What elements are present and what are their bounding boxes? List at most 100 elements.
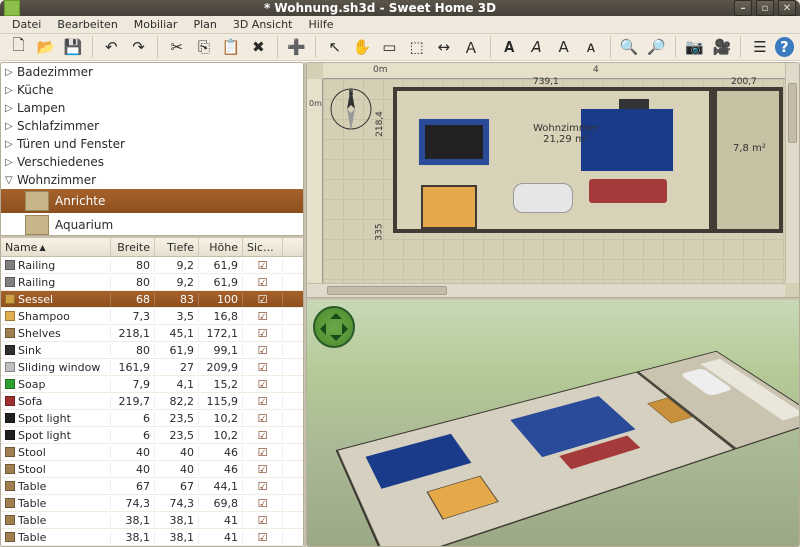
menu-datei[interactable]: Datei	[6, 16, 47, 33]
column-sichtbar[interactable]: Sic...	[243, 238, 283, 256]
cell-visible-checkbox[interactable]: ☑	[243, 395, 283, 408]
table-row[interactable]: Stool404046☑	[1, 461, 303, 478]
column-breite[interactable]: Breite	[111, 238, 155, 256]
furniture-tv[interactable]	[619, 99, 649, 109]
table-row[interactable]: Sofa219,782,2115,9☑	[1, 393, 303, 410]
toolbar-help[interactable]: ?	[775, 37, 794, 57]
cell-visible-checkbox[interactable]: ☑	[243, 259, 283, 272]
triangle-down-icon[interactable]: ▽	[5, 175, 17, 186]
table-row[interactable]: Spot light623,510,2☑	[1, 410, 303, 427]
table-row[interactable]: Railing809,261,9☑	[1, 257, 303, 274]
cell-visible-checkbox[interactable]: ☑	[243, 446, 283, 459]
menu-bearbeiten[interactable]: Bearbeiten	[51, 16, 123, 33]
cell-visible-checkbox[interactable]: ☑	[243, 480, 283, 493]
table-row[interactable]: Table38,138,141☑	[1, 512, 303, 529]
toolbar-copy[interactable]: ⎘	[191, 34, 216, 60]
triangle-right-icon[interactable]: ▷	[5, 67, 17, 78]
menu-hilfe[interactable]: Hilfe	[302, 16, 339, 33]
furniture-sofa[interactable]	[589, 179, 667, 203]
cell-visible-checkbox[interactable]: ☑	[243, 276, 283, 289]
toolbar-delete[interactable]: ✖	[246, 34, 271, 60]
catalog-category[interactable]: ▷Schlafzimmer	[1, 117, 303, 135]
toolbar-redo[interactable]: ↷	[126, 34, 151, 60]
plan-scrollbar-vertical[interactable]	[785, 63, 799, 283]
cell-visible-checkbox[interactable]: ☑	[243, 361, 283, 374]
triangle-right-icon[interactable]: ▷	[5, 157, 17, 168]
table-row[interactable]: Railing809,261,9☑	[1, 274, 303, 291]
cell-visible-checkbox[interactable]: ☑	[243, 310, 283, 323]
maximize-button[interactable]: ▫	[756, 0, 774, 16]
plan-canvas[interactable]: N 739,1200,7218,4335Wohnzimmer21,29 m²7,…	[323, 79, 799, 297]
floorplan[interactable]: 739,1200,7218,4335Wohnzimmer21,29 m²7,8 …	[393, 87, 791, 289]
triangle-right-icon[interactable]: ▷	[5, 85, 17, 96]
table-body[interactable]: Railing809,261,9☑Railing809,261,9☑Sessel…	[1, 257, 303, 546]
toolbar-bold[interactable]: 𝐀	[497, 34, 522, 60]
catalog-item[interactable]: Aquarium	[1, 213, 303, 236]
menu-3d-ansicht[interactable]: 3D Ansicht	[227, 16, 299, 33]
column-hohe[interactable]: Höhe	[199, 238, 243, 256]
cell-visible-checkbox[interactable]: ☑	[243, 412, 283, 425]
toolbar-add-furniture[interactable]: ➕	[284, 34, 309, 60]
toolbar-pan[interactable]: ✋	[349, 34, 374, 60]
room-balcony[interactable]	[713, 87, 783, 233]
table-row[interactable]: Table38,138,141☑	[1, 529, 303, 546]
furniture-bed[interactable]	[421, 185, 477, 229]
toolbar-italic[interactable]: 𝘈	[524, 34, 549, 60]
toolbar-bigger[interactable]: A	[551, 34, 576, 60]
catalog-category[interactable]: ▷Lampen	[1, 99, 303, 117]
column-tiefe[interactable]: Tiefe	[155, 238, 199, 256]
cell-visible-checkbox[interactable]: ☑	[243, 293, 283, 306]
toolbar-smaller[interactable]: ᴀ	[578, 34, 603, 60]
toolbar-zoom-out[interactable]: 🔎	[644, 34, 669, 60]
minimize-button[interactable]: –	[734, 0, 752, 16]
toolbar-preferences[interactable]: ☰	[747, 34, 772, 60]
toolbar-create-rooms[interactable]: ⬚	[404, 34, 429, 60]
cell-visible-checkbox[interactable]: ☑	[243, 497, 283, 510]
close-button[interactable]: ✕	[778, 0, 796, 16]
plan-3d-view[interactable]	[306, 298, 800, 547]
toolbar-photo[interactable]: 📷	[682, 34, 707, 60]
table-row[interactable]: Shampoo7,33,516,8☑	[1, 308, 303, 325]
column-name[interactable]: Name▲	[1, 238, 111, 256]
table-row[interactable]: Table676744,1☑	[1, 478, 303, 495]
catalog-category[interactable]: ▷Küche	[1, 81, 303, 99]
toolbar-create-dimensions[interactable]: ↔	[431, 34, 456, 60]
cell-visible-checkbox[interactable]: ☑	[243, 327, 283, 340]
triangle-right-icon[interactable]: ▷	[5, 121, 17, 132]
menu-mobiliar[interactable]: Mobiliar	[128, 16, 184, 33]
toolbar-open[interactable]: 📂	[33, 34, 58, 60]
catalog-category[interactable]: ▽Wohnzimmer	[1, 171, 303, 189]
table-row[interactable]: Shelves218,145,1172,1☑	[1, 325, 303, 342]
toolbar-undo[interactable]: ↶	[99, 34, 124, 60]
catalog-category[interactable]: ▷Türen und Fenster	[1, 135, 303, 153]
table-row[interactable]: Sessel6883100☑	[1, 291, 303, 308]
table-row[interactable]: Sink8061,999,1☑	[1, 342, 303, 359]
cell-visible-checkbox[interactable]: ☑	[243, 429, 283, 442]
catalog-item[interactable]: Anrichte	[1, 189, 303, 213]
cell-visible-checkbox[interactable]: ☑	[243, 378, 283, 391]
cell-visible-checkbox[interactable]: ☑	[243, 463, 283, 476]
catalog-category[interactable]: ▷Verschiedenes	[1, 153, 303, 171]
toolbar-create-text[interactable]: Ａ	[458, 34, 483, 60]
toolbar-select[interactable]: ↖	[322, 34, 347, 60]
toolbar-paste[interactable]: 📋	[219, 34, 244, 60]
table-row[interactable]: Table74,374,369,8☑	[1, 495, 303, 512]
table-row[interactable]: Soap7,94,115,2☑	[1, 376, 303, 393]
cell-visible-checkbox[interactable]: ☑	[243, 344, 283, 357]
furniture-bathtub[interactable]	[513, 183, 573, 213]
toolbar-new[interactable]: 🗋	[6, 34, 31, 60]
table-row[interactable]: Spot light623,510,2☑	[1, 427, 303, 444]
table-row[interactable]: Stool404046☑	[1, 444, 303, 461]
toolbar-save[interactable]: 💾	[60, 34, 85, 60]
toolbar-create-walls[interactable]: ▭	[377, 34, 402, 60]
plan-2d-view[interactable]: 0m48 0m N	[306, 62, 800, 298]
plan-scrollbar-horizontal[interactable]	[307, 283, 785, 297]
toolbar-video[interactable]: 🎥	[709, 34, 734, 60]
catalog-category[interactable]: ▷Badezimmer	[1, 63, 303, 81]
cell-visible-checkbox[interactable]: ☑	[243, 514, 283, 527]
furniture-dining-table[interactable]	[425, 125, 483, 159]
table-row[interactable]: Sliding window161,927209,9☑	[1, 359, 303, 376]
furniture-catalog[interactable]: ▷Badezimmer▷Küche▷Lampen▷Schlafzimmer▷Tü…	[0, 62, 304, 236]
toolbar-zoom-in[interactable]: 🔍	[617, 34, 642, 60]
triangle-right-icon[interactable]: ▷	[5, 139, 17, 150]
